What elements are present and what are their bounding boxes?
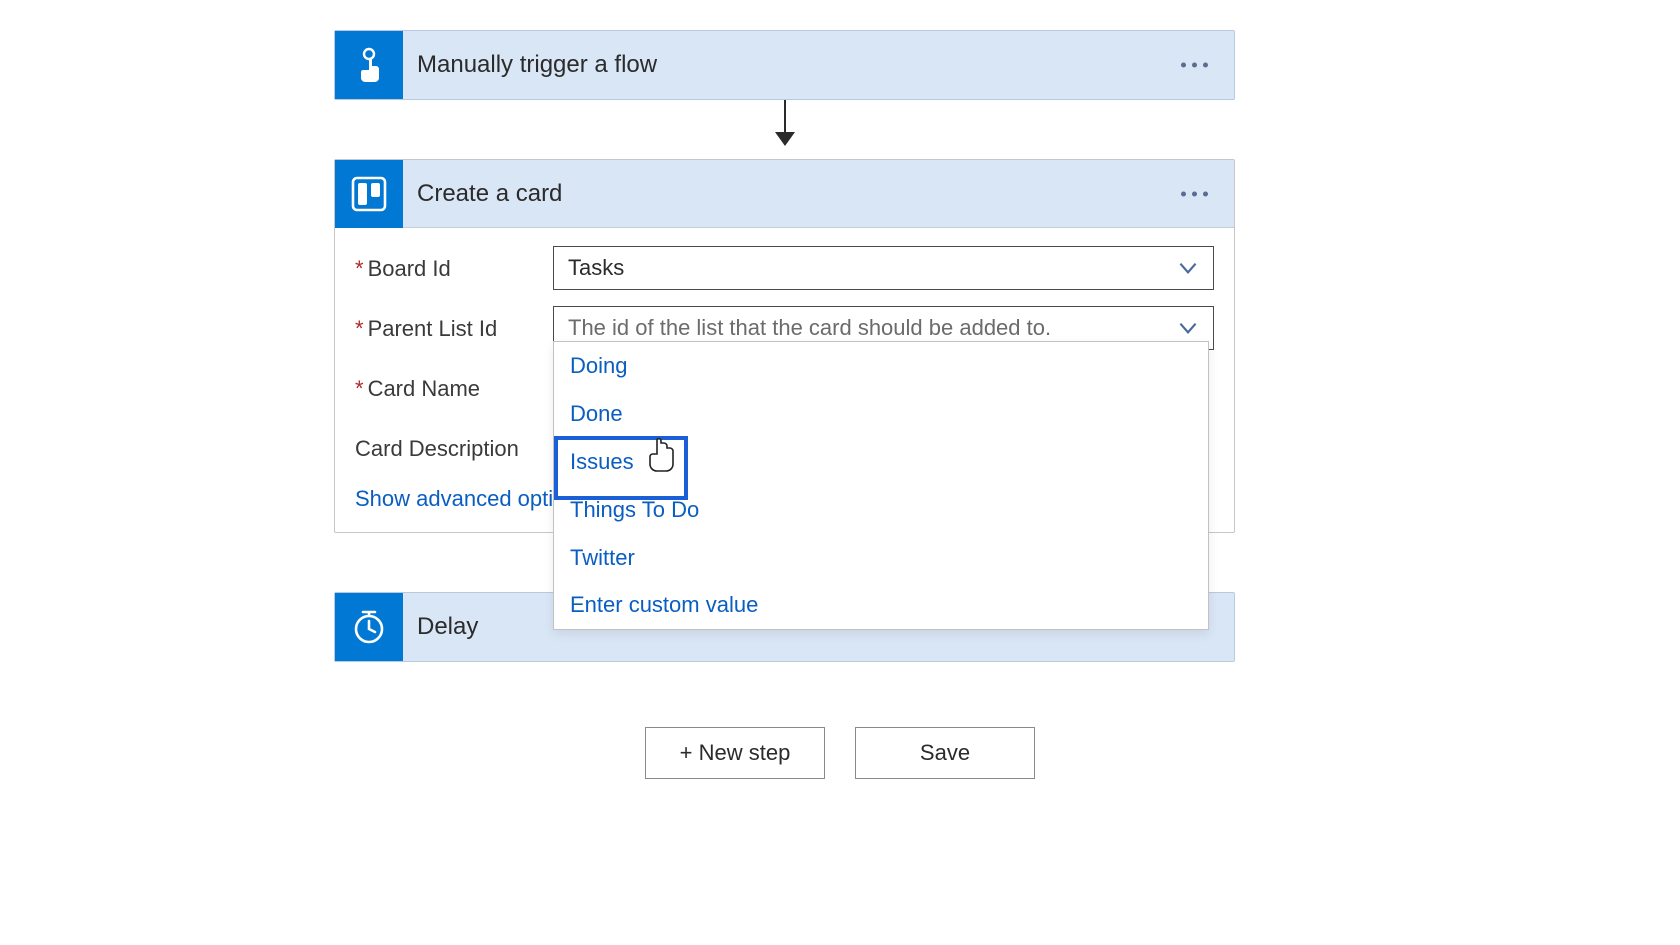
footer-buttons: + New step Save bbox=[0, 727, 1680, 779]
delay-title: Delay bbox=[403, 613, 478, 641]
manual-trigger-icon bbox=[335, 31, 403, 99]
card-description-label: Card Description bbox=[355, 426, 553, 462]
board-id-value: Tasks bbox=[568, 255, 624, 281]
trigger-header[interactable]: Manually trigger a flow bbox=[335, 31, 1234, 99]
card-name-label: *Card Name bbox=[355, 366, 553, 402]
board-id-select[interactable]: Tasks bbox=[553, 246, 1214, 290]
create-card-title: Create a card bbox=[403, 180, 562, 208]
dropdown-item[interactable]: Issues bbox=[554, 438, 1208, 486]
board-id-label: *Board Id bbox=[355, 246, 553, 282]
clock-icon bbox=[335, 593, 403, 661]
dropdown-item[interactable]: Things To Do bbox=[554, 486, 1208, 534]
trigger-title: Manually trigger a flow bbox=[403, 51, 657, 79]
parent-list-id-label: *Parent List Id bbox=[355, 306, 553, 342]
connector-arrow bbox=[784, 100, 786, 144]
trello-icon bbox=[335, 160, 403, 228]
new-step-button[interactable]: + New step bbox=[645, 727, 825, 779]
dropdown-item[interactable]: Twitter bbox=[554, 534, 1208, 582]
parent-list-dropdown[interactable]: DoingDoneIssuesThings To DoTwitterEnter … bbox=[553, 341, 1209, 630]
dropdown-item[interactable]: Doing bbox=[554, 342, 1208, 390]
save-button[interactable]: Save bbox=[855, 727, 1035, 779]
create-card-header[interactable]: Create a card bbox=[335, 160, 1234, 228]
create-card-more-button[interactable] bbox=[1173, 183, 1216, 204]
chevron-down-icon bbox=[1175, 315, 1201, 341]
dropdown-item[interactable]: Done bbox=[554, 390, 1208, 438]
field-board-id: *Board Id Tasks bbox=[355, 246, 1214, 290]
trigger-step[interactable]: Manually trigger a flow bbox=[334, 30, 1235, 100]
parent-list-id-placeholder: The id of the list that the card should … bbox=[568, 315, 1051, 341]
chevron-down-icon bbox=[1175, 255, 1201, 281]
dropdown-item[interactable]: Enter custom value bbox=[554, 581, 1208, 629]
trigger-more-button[interactable] bbox=[1173, 55, 1216, 76]
